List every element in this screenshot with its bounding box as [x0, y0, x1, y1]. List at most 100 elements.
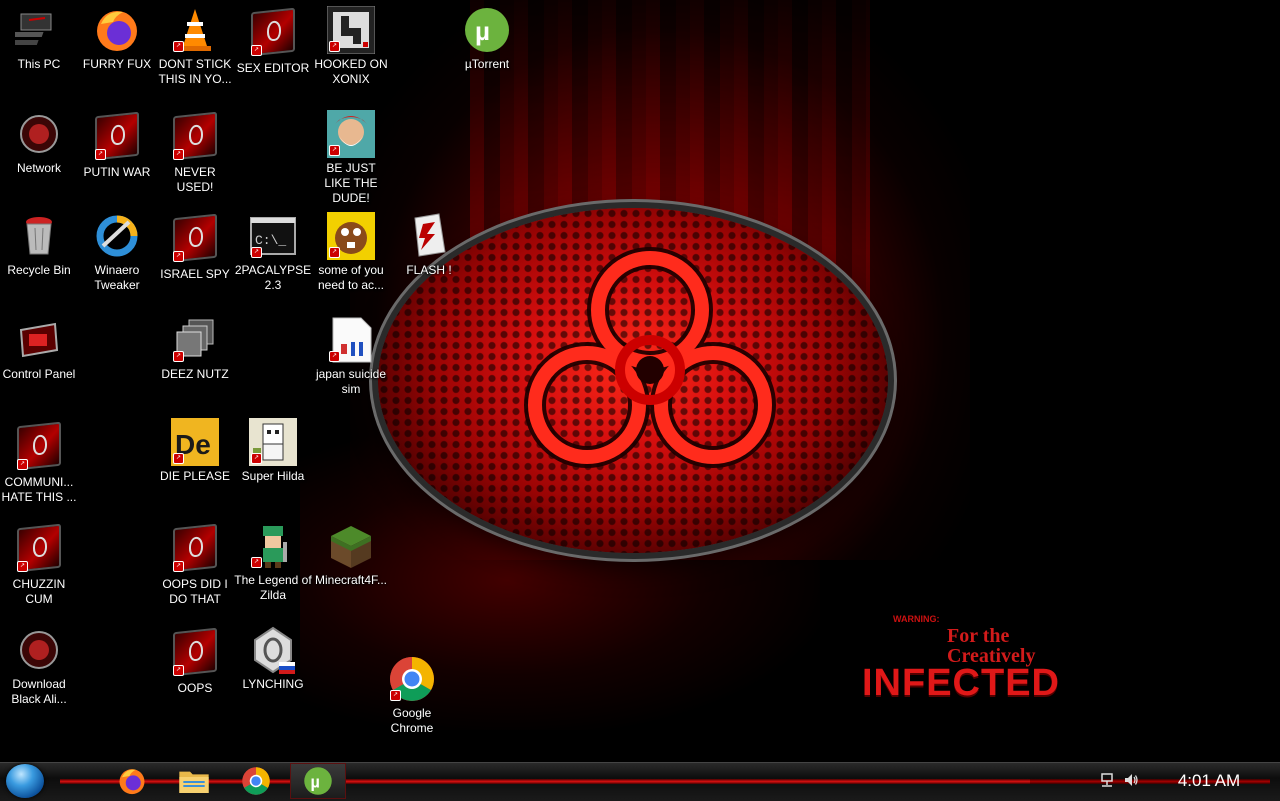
- desktop-icon-chuzzin-cum[interactable]: ↗ CHUZZIN CUM: [0, 522, 78, 607]
- desktop-icon-this-pc[interactable]: This PC: [0, 6, 78, 72]
- icon-label: some of you need to ac...: [317, 263, 385, 292]
- desktop-icon-lynching[interactable]: LYNCHING: [234, 626, 312, 692]
- icon-label: OOPS DID I DO THAT: [162, 577, 228, 606]
- desktop-icon-some-of-you[interactable]: ↗ some of you need to ac...: [312, 212, 390, 293]
- beaver-cartoon-icon: ↗: [327, 212, 375, 260]
- desktop-icon-minecraft[interactable]: Minecraft4F...: [312, 522, 390, 588]
- volume-icon[interactable]: [1123, 772, 1139, 788]
- biohazard-symbol-icon: [524, 247, 776, 468]
- alien-head-icon: [15, 110, 63, 158]
- flash-file-icon: [405, 212, 453, 260]
- chrome-icon: ↗: [388, 655, 436, 703]
- dude-portrait-icon: ↗: [327, 110, 375, 158]
- wallpaper-headline: INFECTED: [862, 662, 1060, 704]
- icon-label: FURRY FUX: [82, 57, 152, 71]
- wallpaper-warning-text: WARNING:: [893, 614, 940, 624]
- desktop-icon-utorrent[interactable]: µ µTorrent: [448, 6, 526, 72]
- xonix-game-icon: ↗: [326, 5, 376, 55]
- desktop-icon-flash[interactable]: FLASH !: [390, 212, 468, 278]
- network-icon[interactable]: [1099, 772, 1115, 788]
- desktop-icon-network[interactable]: Network: [0, 110, 78, 176]
- desktop-icon-be-just-like-the-dude[interactable]: ↗ BE JUST LIKE THE DUDE!: [312, 110, 390, 206]
- taskbar-clock[interactable]: 4:01 AM: [1168, 770, 1250, 792]
- icon-label: ISRAEL SPY: [160, 267, 230, 281]
- utorrent-icon: µ: [304, 767, 332, 795]
- desktop-icon-japan-suicide-sim[interactable]: ↗ japan suicide sim: [312, 316, 390, 397]
- chrome-icon: [242, 767, 270, 795]
- icon-label: FLASH !: [406, 263, 452, 277]
- utorrent-icon: µ: [463, 6, 511, 54]
- desktop-icon-2pacalypse[interactable]: C:\_ ↗ 2PACALYPSE 2.3: [234, 212, 312, 293]
- wallpaper-tagline: For the Creatively: [947, 625, 1036, 667]
- alienware-icon: ↗: [171, 627, 219, 678]
- taskbar-red-stripe: [60, 779, 1170, 784]
- minecraft-grass-block-icon: [327, 522, 375, 570]
- icon-label: Google Chrome: [390, 706, 434, 735]
- stacked-windows-icon: ↗: [171, 316, 219, 364]
- desktop-icon-download-black-ali[interactable]: Download Black Ali...: [0, 626, 78, 707]
- firefox-icon: [119, 769, 145, 795]
- svg-text:µ: µ: [475, 16, 490, 46]
- icon-label: DEEZ NUTZ: [161, 367, 229, 381]
- icon-label: OOPS: [177, 681, 213, 695]
- noose-emblem-icon: [249, 626, 297, 674]
- document-file-icon: ↗: [327, 316, 375, 364]
- icon-label: Recycle Bin: [7, 263, 71, 277]
- taskbar-utorrent-button[interactable]: µ: [290, 763, 346, 799]
- start-button[interactable]: [6, 764, 44, 798]
- icon-label: The Legend of Zilda: [234, 573, 312, 602]
- desktop-icon-dont-stick[interactable]: ↗ DONT STICK THIS IN YO...: [156, 6, 234, 87]
- pixel-hero-icon: ↗: [249, 522, 297, 570]
- icon-label: PUTIN WAR: [83, 165, 151, 179]
- taskbar-chrome-button[interactable]: [228, 763, 284, 799]
- desktop-icon-google-chrome[interactable]: ↗ Google Chrome: [373, 655, 451, 736]
- computer-icon: [6, 6, 63, 54]
- winaero-tweaker-icon: [93, 212, 141, 260]
- desktop-icon-control-panel[interactable]: Control Panel: [0, 316, 78, 382]
- desktop-icon-sex-editor[interactable]: ↗ SEX EDITOR: [234, 6, 312, 76]
- die-logo-icon: De ↗: [171, 418, 219, 466]
- desktop-icon-israel-spy[interactable]: ↗ ISRAEL SPY: [156, 212, 234, 282]
- desktop-icon-communi-hate[interactable]: ↗ COMMUNI... HATE THIS ...: [0, 420, 78, 505]
- icon-label: CHUZZIN CUM: [12, 577, 66, 606]
- recycle-bin-icon: [15, 212, 63, 260]
- icon-label: Super Hilda: [241, 469, 305, 483]
- taskbar-firefox-button[interactable]: [104, 763, 160, 799]
- icon-label: SEX EDITOR: [236, 61, 310, 75]
- desktop-icon-furry-fux[interactable]: FURRY FUX: [78, 6, 156, 72]
- desktop-icon-never-used[interactable]: ↗ NEVER USED!: [156, 110, 234, 195]
- desktop-icon-die-please[interactable]: De ↗ DIE PLEASE: [156, 418, 234, 484]
- desktop-icon-putin-war[interactable]: ↗ PUTIN WAR: [78, 110, 156, 180]
- icon-label: 2PACALYPSE 2.3: [234, 263, 312, 292]
- icon-label: japan suicide sim: [315, 367, 387, 396]
- icon-label: LYNCHING: [242, 677, 304, 691]
- svg-text:µ: µ: [311, 773, 320, 791]
- desktop[interactable]: WARNING: For the Creatively INFECTED Thi…: [0, 0, 1280, 762]
- firefox-icon: [93, 6, 141, 54]
- icon-label: COMMUNI... HATE THIS ...: [1, 475, 77, 504]
- desktop-icon-oops[interactable]: ↗ OOPS: [156, 626, 234, 696]
- control-panel-icon: [15, 316, 63, 364]
- desktop-icon-hooked-on-xonix[interactable]: ↗ HOOKED ON XONIX: [312, 5, 390, 87]
- icon-label: µTorrent: [464, 57, 510, 71]
- desktop-icon-winaero-tweaker[interactable]: Winaero Tweaker: [78, 212, 156, 293]
- icon-label: HOOKED ON XONIX: [314, 57, 388, 86]
- alienware-icon: ↗: [171, 523, 219, 574]
- desktop-icon-recycle-bin[interactable]: Recycle Bin: [0, 212, 78, 278]
- desktop-icon-oops-did-i-do-that[interactable]: ↗ OOPS DID I DO THAT: [156, 522, 234, 607]
- alien-head-icon: [15, 626, 63, 674]
- alienware-icon: ↗: [93, 111, 141, 162]
- desktop-icon-super-hilda[interactable]: ↗ Super Hilda: [234, 418, 312, 484]
- alienware-icon: ↗: [171, 213, 219, 264]
- icon-label: DIE PLEASE: [159, 469, 231, 483]
- alienware-icon: ↗: [15, 421, 63, 472]
- icon-label: Winaero Tweaker: [94, 263, 140, 292]
- icon-label: Download Black Ali...: [11, 677, 67, 706]
- icon-label: BE JUST LIKE THE DUDE!: [324, 161, 378, 205]
- pixel-character-icon: ↗: [249, 418, 297, 466]
- taskbar-file-explorer-button[interactable]: [166, 763, 222, 799]
- desktop-icon-legend-of-zilda[interactable]: ↗ The Legend of Zilda: [234, 522, 312, 603]
- icon-label: Minecraft4F...: [314, 573, 388, 587]
- command-prompt-icon: C:\_ ↗: [249, 212, 297, 260]
- desktop-icon-deez-nutz[interactable]: ↗ DEEZ NUTZ: [156, 316, 234, 382]
